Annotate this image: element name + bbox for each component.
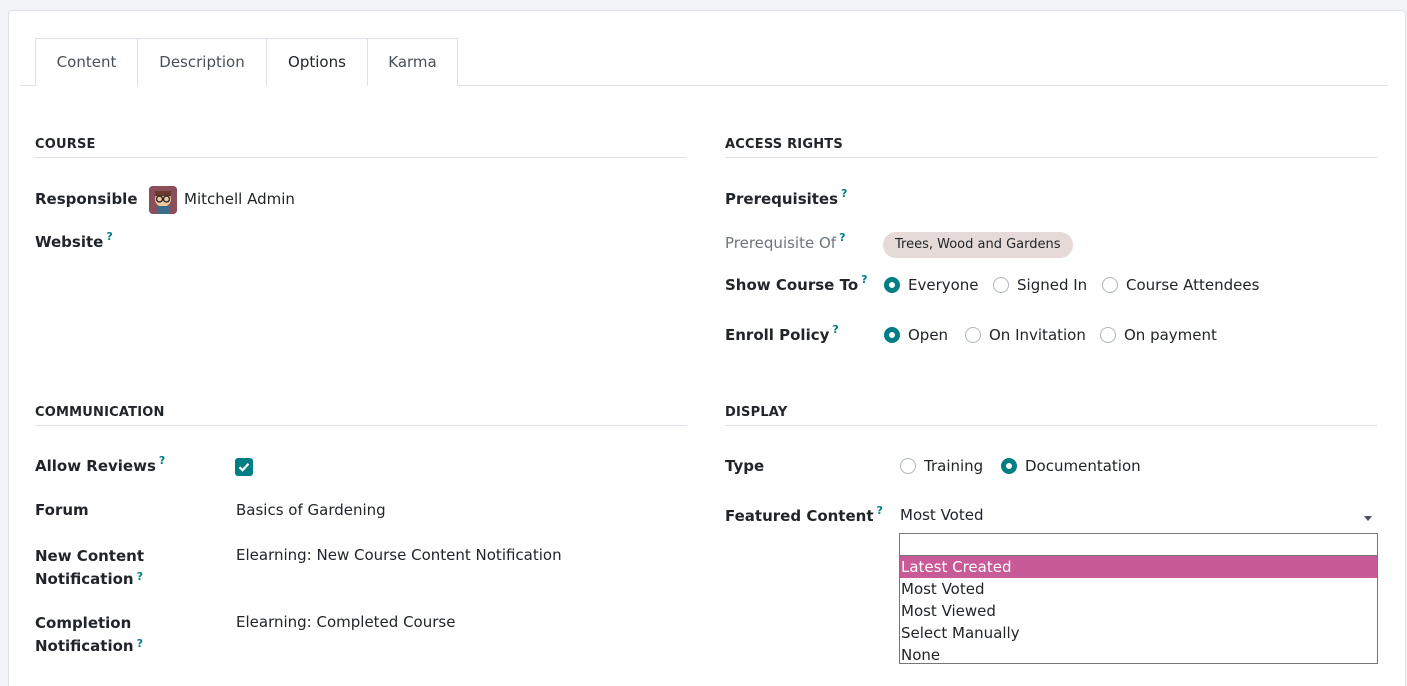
- radio-empty-icon: [1102, 277, 1118, 293]
- prerequisite-of-tag[interactable]: Trees, Wood and Gardens: [883, 232, 1073, 258]
- section-display-divider: [725, 425, 1377, 426]
- help-icon[interactable]: ?: [861, 273, 867, 286]
- featured-content-select[interactable]: Most Voted: [900, 506, 1380, 530]
- dropdown-option[interactable]: Most Viewed: [900, 600, 1377, 622]
- radio-course-attendees[interactable]: Course Attendees: [1102, 276, 1259, 294]
- chevron-down-icon: [1364, 516, 1372, 521]
- dropdown-option[interactable]: Most Voted: [900, 578, 1377, 600]
- radio-empty-icon: [1100, 327, 1116, 343]
- featured-content-label: Featured Content?: [725, 504, 883, 525]
- notebook-tabs: Content Description Options Karma: [20, 38, 1388, 86]
- radio-selected-icon: [1001, 458, 1017, 474]
- radio-selected-icon: [884, 327, 900, 343]
- help-icon[interactable]: ?: [839, 231, 845, 244]
- completion-value[interactable]: Elearning: Completed Course: [236, 613, 455, 631]
- radio-empty-icon: [993, 277, 1009, 293]
- check-icon: [238, 463, 250, 472]
- help-icon[interactable]: ?: [137, 637, 143, 650]
- radio-documentation[interactable]: Documentation: [1001, 457, 1141, 475]
- dropdown-search-input[interactable]: [900, 534, 1377, 556]
- prerequisite-of-label: Prerequisite Of?: [725, 231, 846, 252]
- section-communication-divider: [35, 425, 687, 426]
- section-course-divider: [35, 157, 687, 158]
- help-icon[interactable]: ?: [841, 187, 847, 200]
- radio-on-invitation[interactable]: On Invitation: [965, 326, 1086, 344]
- radio-empty-icon: [965, 327, 981, 343]
- allow-reviews-label: Allow Reviews?: [35, 454, 166, 475]
- radio-on-payment[interactable]: On payment: [1100, 326, 1217, 344]
- completion-label: Completion Notification?: [35, 614, 143, 655]
- section-course-title: COURSE: [35, 137, 96, 152]
- responsible-label: Responsible: [35, 190, 138, 208]
- radio-everyone[interactable]: Everyone: [884, 276, 979, 294]
- radio-training[interactable]: Training: [900, 457, 983, 475]
- prerequisites-label: Prerequisites?: [725, 187, 848, 208]
- dropdown-option[interactable]: Latest Created: [900, 556, 1377, 578]
- enroll-policy-label: Enroll Policy?: [725, 323, 839, 344]
- section-communication-title: COMMUNICATION: [35, 405, 165, 420]
- avatar: [149, 186, 177, 214]
- featured-content-value: Most Voted: [900, 506, 984, 524]
- help-icon[interactable]: ?: [106, 230, 112, 243]
- tab-description[interactable]: Description: [137, 38, 267, 86]
- show-course-label: Show Course To?: [725, 273, 868, 294]
- featured-content-dropdown: Latest Created Most Voted Most Viewed Se…: [899, 533, 1378, 664]
- dropdown-option[interactable]: None: [900, 644, 1377, 666]
- tab-options[interactable]: Options: [266, 38, 368, 86]
- tab-content[interactable]: Content: [35, 38, 138, 86]
- section-access-title: ACCESS RIGHTS: [725, 137, 843, 152]
- radio-selected-icon: [884, 277, 900, 293]
- section-display-title: DISPLAY: [725, 405, 788, 420]
- forum-label: Forum: [35, 501, 89, 519]
- section-access-divider: [725, 157, 1377, 158]
- radio-signed-in[interactable]: Signed In: [993, 276, 1087, 294]
- new-content-value[interactable]: Elearning: New Course Content Notificati…: [236, 546, 562, 564]
- type-label: Type: [725, 457, 765, 475]
- forum-value[interactable]: Basics of Gardening: [236, 501, 386, 519]
- help-icon[interactable]: ?: [159, 454, 165, 467]
- tab-karma[interactable]: Karma: [367, 38, 458, 86]
- radio-open[interactable]: Open: [884, 326, 948, 344]
- help-icon[interactable]: ?: [137, 570, 143, 583]
- radio-empty-icon: [900, 458, 916, 474]
- responsible-value[interactable]: Mitchell Admin: [184, 190, 295, 208]
- help-icon[interactable]: ?: [877, 504, 883, 517]
- website-label: Website?: [35, 230, 113, 251]
- help-icon[interactable]: ?: [832, 323, 838, 336]
- allow-reviews-checkbox[interactable]: [235, 458, 253, 476]
- new-content-label: New Content Notification?: [35, 547, 144, 588]
- dropdown-option[interactable]: Select Manually: [900, 622, 1377, 644]
